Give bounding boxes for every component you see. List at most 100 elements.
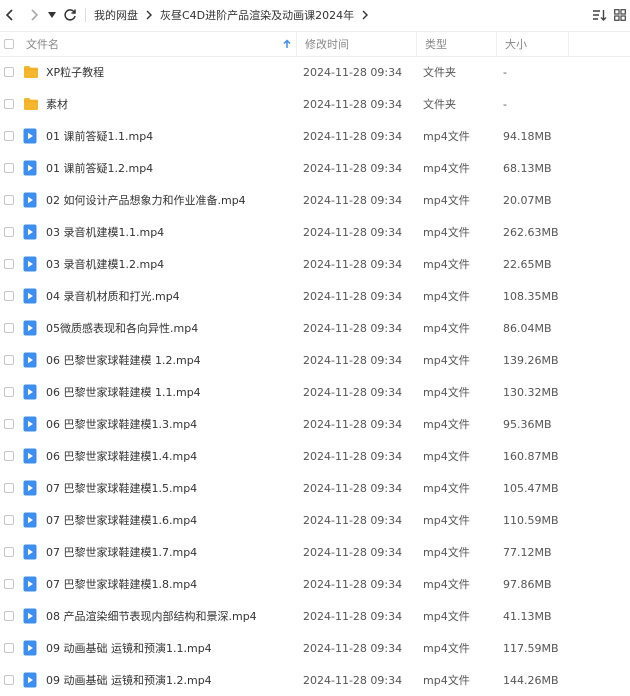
file-row[interactable]: 04 录音机材质和打光.mp4 2024-11-28 09:34 mp4文件 108.…: [0, 280, 630, 312]
row-checkbox[interactable]: [4, 611, 14, 621]
refresh-button[interactable]: [62, 7, 78, 23]
file-modified-time: 2024-11-28 09:34: [303, 673, 403, 687]
file-row[interactable]: 06 巴黎世家球鞋建模 1.2.mp4 2024-11-28 09:34 mp4文件…: [0, 344, 630, 376]
column-header-size[interactable]: 大小: [497, 32, 569, 56]
file-row[interactable]: 06 巴黎世家球鞋建模 1.1.mp4 2024-11-28 09:34 mp4文件…: [0, 376, 630, 408]
file-name[interactable]: 06 巴黎世家球鞋建模1.4.mp4: [46, 440, 197, 472]
file-name[interactable]: 01 课前答疑1.1.mp4: [46, 120, 153, 152]
file-row[interactable]: 07 巴黎世家球鞋建模1.7.mp4 2024-11-28 09:34 mp4文件 7…: [0, 536, 630, 568]
file-name[interactable]: 09 动画基础 运镜和预演1.1.mp4: [46, 632, 212, 664]
row-checkbox[interactable]: [4, 483, 14, 493]
column-header-type[interactable]: 类型: [417, 32, 497, 56]
select-all-checkbox[interactable]: [4, 39, 14, 49]
row-checkbox[interactable]: [4, 163, 14, 173]
row-checkbox[interactable]: [4, 579, 14, 589]
file-name[interactable]: XP粒子教程: [46, 56, 104, 88]
row-checkbox[interactable]: [4, 515, 14, 525]
file-row[interactable]: 01 课前答疑1.2.mp4 2024-11-28 09:34 mp4文件 68.13…: [0, 152, 630, 184]
file-name[interactable]: 01 课前答疑1.2.mp4: [46, 152, 153, 184]
video-file-icon: [23, 576, 39, 592]
file-type: mp4文件: [423, 130, 470, 143]
file-row[interactable]: 06 巴黎世家球鞋建模1.3.mp4 2024-11-28 09:34 mp4文件 9…: [0, 408, 630, 440]
row-checkbox[interactable]: [4, 547, 14, 557]
file-name[interactable]: 03 录音机建模1.2.mp4: [46, 248, 164, 280]
file-row[interactable]: 09 动画基础 运镜和预演1.1.mp4 2024-11-28 09:34 mp4文…: [0, 632, 630, 664]
caret-down-icon: [48, 12, 56, 18]
file-modified-time: 2024-11-28 09:34: [303, 97, 403, 111]
breadcrumb: 我的网盘 灰昼C4D进阶产品渲染及动画课2024年: [94, 0, 376, 30]
view-toggle-button[interactable]: [612, 7, 628, 23]
file-size: 117.59MB: [503, 641, 559, 655]
file-row[interactable]: 02 如何设计产品想象力和作业准备.mp4 2024-11-28 09:34 mp4…: [0, 184, 630, 216]
file-row[interactable]: 素材 2024-11-28 09:34 文件夹 -: [0, 88, 630, 120]
row-checkbox[interactable]: [4, 323, 14, 333]
file-type: mp4文件: [423, 514, 470, 527]
file-row[interactable]: 08 产品渲染细节表现内部结构和景深.mp4 2024-11-28 09:34 mp…: [0, 600, 630, 632]
row-checkbox[interactable]: [4, 355, 14, 365]
column-header-name[interactable]: 文件名: [18, 32, 297, 56]
row-checkbox[interactable]: [4, 675, 14, 685]
history-dropdown-button[interactable]: [47, 9, 57, 21]
row-checkbox[interactable]: [4, 643, 14, 653]
file-type: mp4文件: [423, 450, 470, 463]
file-type: mp4文件: [423, 642, 470, 655]
file-name[interactable]: 09 动画基础 运镜和预演1.2.mp4: [46, 664, 212, 696]
file-modified-time: 2024-11-28 09:34: [303, 225, 403, 239]
row-checkbox[interactable]: [4, 99, 14, 109]
file-size: -: [503, 65, 507, 79]
file-name[interactable]: 06 巴黎世家球鞋建模1.3.mp4: [46, 408, 197, 440]
file-name[interactable]: 06 巴黎世家球鞋建模 1.2.mp4: [46, 344, 201, 376]
row-checkbox[interactable]: [4, 419, 14, 429]
video-file-icon: [23, 544, 39, 560]
file-name[interactable]: 06 巴黎世家球鞋建模 1.1.mp4: [46, 376, 201, 408]
row-checkbox[interactable]: [4, 227, 14, 237]
back-button[interactable]: [2, 7, 18, 23]
row-checkbox[interactable]: [4, 67, 14, 77]
file-row[interactable]: 06 巴黎世家球鞋建模1.4.mp4 2024-11-28 09:34 mp4文件 1…: [0, 440, 630, 472]
file-name[interactable]: 07 巴黎世家球鞋建模1.8.mp4: [46, 568, 197, 600]
breadcrumb-item-root[interactable]: 我的网盘: [94, 7, 138, 23]
file-name[interactable]: 04 录音机材质和打光.mp4: [46, 280, 180, 312]
video-file-icon: [23, 384, 39, 400]
file-name[interactable]: 05微质感表现和各向异性.mp4: [46, 312, 198, 344]
column-header-time[interactable]: 修改时间: [297, 32, 417, 56]
file-type: mp4文件: [423, 162, 470, 175]
file-modified-time: 2024-11-28 09:34: [303, 193, 403, 207]
file-type: 文件夹: [423, 66, 456, 79]
sort-icon: [592, 10, 606, 21]
file-name[interactable]: 07 巴黎世家球鞋建模1.6.mp4: [46, 504, 197, 536]
file-name[interactable]: 07 巴黎世家球鞋建模1.7.mp4: [46, 536, 197, 568]
column-header-name-label: 文件名: [26, 38, 59, 51]
file-row[interactable]: 05微质感表现和各向异性.mp4 2024-11-28 09:34 mp4文件 86.…: [0, 312, 630, 344]
file-row[interactable]: XP粒子教程 2024-11-28 09:34 文件夹 -: [0, 56, 630, 88]
file-row[interactable]: 03 录音机建模1.2.mp4 2024-11-28 09:34 mp4文件 22.6…: [0, 248, 630, 280]
file-row[interactable]: 03 录音机建模1.1.mp4 2024-11-28 09:34 mp4文件 262.…: [0, 216, 630, 248]
forward-button[interactable]: [26, 7, 42, 23]
chevron-right-icon[interactable]: [361, 10, 369, 20]
file-name[interactable]: 07 巴黎世家球鞋建模1.5.mp4: [46, 472, 197, 504]
file-row[interactable]: 07 巴黎世家球鞋建模1.5.mp4 2024-11-28 09:34 mp4文件 1…: [0, 472, 630, 504]
file-type: mp4文件: [423, 386, 470, 399]
row-checkbox[interactable]: [4, 387, 14, 397]
file-size: 97.86MB: [503, 577, 552, 591]
file-name[interactable]: 02 如何设计产品想象力和作业准备.mp4: [46, 184, 246, 216]
row-checkbox[interactable]: [4, 259, 14, 269]
column-header-size-label: 大小: [505, 38, 527, 51]
file-row[interactable]: 07 巴黎世家球鞋建模1.8.mp4 2024-11-28 09:34 mp4文件 9…: [0, 568, 630, 600]
file-name[interactable]: 08 产品渲染细节表现内部结构和景深.mp4: [46, 600, 257, 632]
file-modified-time: 2024-11-28 09:34: [303, 577, 403, 591]
row-checkbox[interactable]: [4, 131, 14, 141]
sort-button[interactable]: [591, 7, 607, 23]
file-row[interactable]: 01 课前答疑1.1.mp4 2024-11-28 09:34 mp4文件 94.18…: [0, 120, 630, 152]
file-type: mp4文件: [423, 290, 470, 303]
row-checkbox[interactable]: [4, 195, 14, 205]
file-row[interactable]: 07 巴黎世家球鞋建模1.6.mp4 2024-11-28 09:34 mp4文件 1…: [0, 504, 630, 536]
breadcrumb-item-current[interactable]: 灰昼C4D进阶产品渲染及动画课2024年: [160, 7, 354, 23]
file-name[interactable]: 03 录音机建模1.1.mp4: [46, 216, 164, 248]
row-checkbox[interactable]: [4, 291, 14, 301]
row-checkbox[interactable]: [4, 451, 14, 461]
file-type: 文件夹: [423, 98, 456, 111]
file-row[interactable]: 09 动画基础 运镜和预演1.2.mp4 2024-11-28 09:34 mp4文…: [0, 664, 630, 696]
chevron-right-icon: [31, 9, 39, 21]
file-name[interactable]: 素材: [46, 88, 68, 120]
